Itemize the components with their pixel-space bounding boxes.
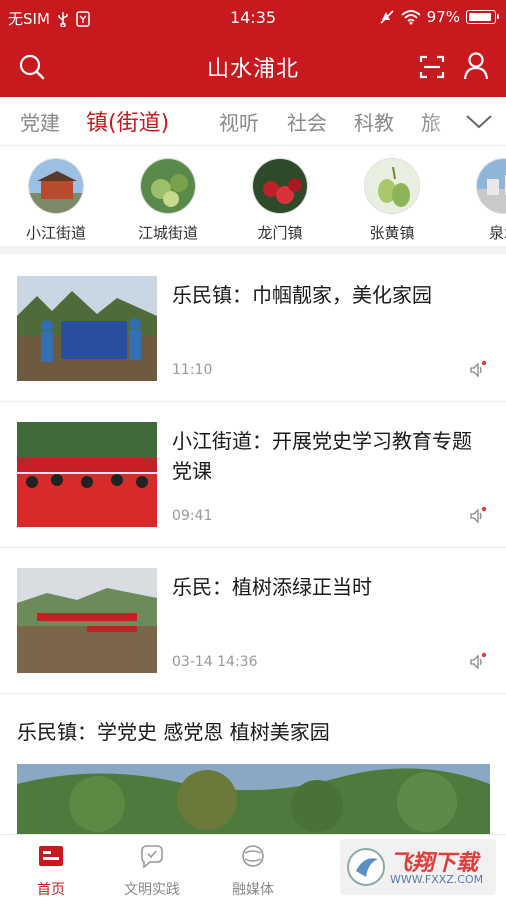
app-header: 山水浦北 [0, 36, 506, 97]
wifi-icon [401, 10, 421, 25]
news-headline: 乐民：植树添绿正当时 [172, 575, 372, 599]
news-headline: 小江街道：开展党史学习教育专题党课 [172, 429, 472, 483]
street-item[interactable]: 小江街道 [6, 158, 106, 243]
audio-icon[interactable] [468, 652, 488, 672]
home-icon [39, 846, 63, 866]
news-thumbnail [17, 422, 157, 527]
street-name: 张黄镇 [369, 224, 415, 242]
street-avatar [476, 158, 506, 214]
news-thumbnail [17, 276, 157, 381]
street-name: 泉水 [488, 224, 506, 242]
featured-photo [17, 764, 490, 844]
media-icon [242, 845, 264, 867]
street-item[interactable]: 张黄镇 [342, 158, 442, 243]
tab-education[interactable]: 科教 [354, 107, 394, 136]
street-item[interactable]: 江城街道 [118, 158, 218, 243]
street-avatar [364, 158, 420, 214]
scan-icon[interactable] [418, 53, 446, 81]
status-right: 97% [379, 8, 499, 26]
battery-percent: 97% [426, 8, 460, 26]
tab-society[interactable]: 社会 [287, 107, 327, 136]
street-name: 江城街道 [137, 224, 198, 242]
news-headline: 乐民镇：巾帼靓家，美化家园 [172, 283, 432, 307]
street-avatar [252, 158, 308, 214]
nav-practice[interactable]: 文明实践 [107, 843, 197, 899]
news-time: 03-14 14:36 [172, 654, 258, 670]
app-screen: 无SIM 14:35 97% 山水浦北 党建 镇(街道) 视听 社会 科教 小江… [0, 0, 506, 900]
news-time: 09:41 [172, 508, 213, 524]
audio-icon[interactable] [468, 506, 488, 526]
battery-icon [466, 10, 499, 24]
news-item[interactable]: 乐民：植树添绿正当时 03-14 14:36 [0, 548, 506, 694]
chevron-down-icon[interactable] [464, 109, 494, 133]
news-thumbnail [17, 568, 157, 673]
news-item[interactable]: 小江街道：开展党史学习教育专题党课 09:41 [0, 402, 506, 548]
bottom-nav: 首页 文明实践 融媒体 飞翔下载 WWW.FXXZ.COM [0, 834, 506, 900]
nav-media-label: 融媒体 [232, 882, 274, 898]
nav-home-label: 首页 [37, 882, 65, 898]
featured-headline: 乐民镇：学党史 感党恩 植树美家园 [17, 720, 330, 744]
download-watermark: 飞翔下载 WWW.FXXZ.COM [340, 839, 496, 895]
street-item[interactable]: 泉水 [454, 158, 506, 243]
status-bar: 无SIM 14:35 97% [0, 0, 506, 36]
category-tabs: 党建 镇(街道) 视听 社会 科教 旅 [0, 97, 506, 146]
user-icon[interactable] [462, 51, 490, 81]
street-name: 龙门镇 [257, 224, 303, 242]
street-item[interactable]: 龙门镇 [230, 158, 330, 243]
battery-level-fill [469, 13, 492, 21]
watermark-logo [347, 848, 385, 886]
tab-audiovisual[interactable]: 视听 [219, 107, 259, 136]
audio-icon[interactable] [468, 360, 488, 380]
tabs-fade [426, 97, 466, 145]
featured-news-item[interactable]: 乐民镇：学党史 感党恩 植树美家园 [0, 694, 506, 844]
mute-icon [380, 10, 394, 24]
street-avatar [140, 158, 196, 214]
tab-town[interactable]: 镇(街道) [86, 105, 169, 137]
street-list: 小江街道 江城街道 龙门镇 张黄镇 泉水 [0, 146, 506, 254]
nav-practice-label: 文明实践 [124, 882, 180, 898]
street-avatar [28, 158, 84, 214]
news-item[interactable]: 乐民镇：巾帼靓家，美化家园 11:10 [0, 256, 506, 402]
watermark-url: WWW.FXXZ.COM [390, 873, 484, 886]
street-name: 小江街道 [25, 224, 86, 242]
practice-icon [141, 845, 163, 869]
news-time: 11:10 [172, 362, 213, 378]
nav-media[interactable]: 融媒体 [208, 843, 298, 899]
tab-party[interactable]: 党建 [20, 107, 60, 136]
nav-home[interactable]: 首页 [6, 843, 96, 899]
top-bar: 无SIM 14:35 97% 山水浦北 [0, 0, 506, 97]
